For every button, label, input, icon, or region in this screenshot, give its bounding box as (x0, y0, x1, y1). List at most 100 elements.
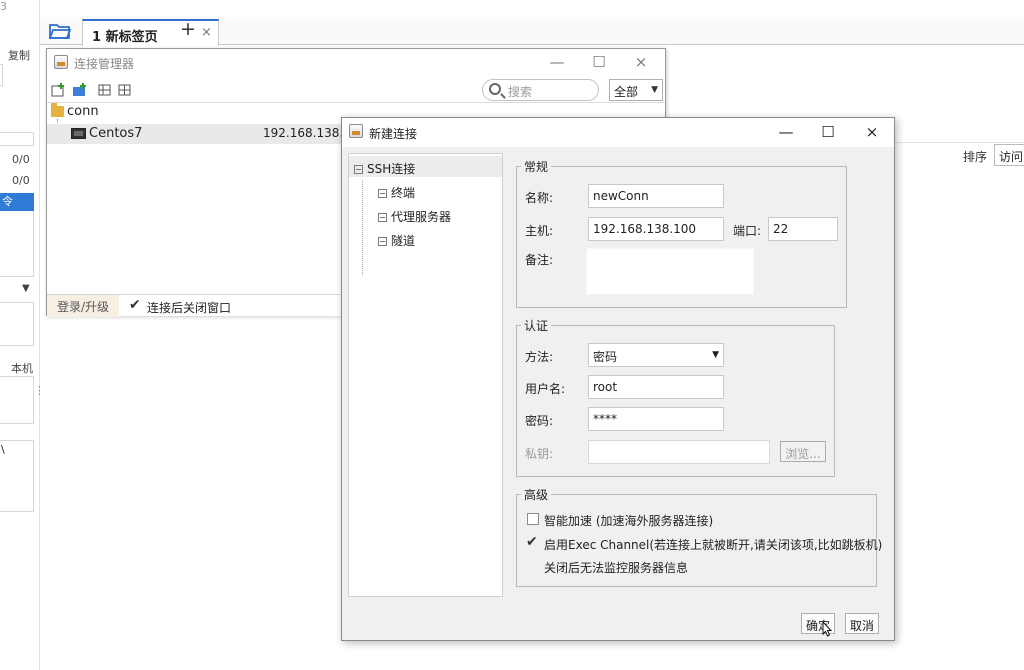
expand-all-icon[interactable] (117, 82, 133, 98)
panel-text-fragment: \ (1, 443, 5, 456)
nav-item-tunnel-label: 隧道 (391, 234, 416, 248)
auth-group-title: 认证 (521, 317, 552, 334)
close-icon[interactable]: × (850, 121, 894, 143)
method-label: 方法: (525, 350, 554, 364)
terminal-host-icon (71, 128, 86, 139)
username-label: 用户名: (525, 382, 566, 396)
nav-item-ssh[interactable]: − SSH连接 (354, 160, 415, 177)
close-icon[interactable]: × (621, 51, 661, 73)
settings-nav-tree: − SSH连接 − 终端 − 代理服务器 − 隧道 (348, 153, 503, 597)
collapse-all-icon[interactable] (97, 82, 113, 98)
port-label: 端口: (733, 224, 762, 238)
private-key-label: 私钥: (525, 447, 554, 461)
general-group-title: 常规 (521, 158, 552, 175)
filter-select[interactable]: 全部 ▼ (609, 79, 663, 101)
panel-field-2[interactable] (0, 132, 34, 146)
sort-select[interactable]: 访问 (994, 144, 1024, 166)
new-connection-dialog: 新建连接 — ☐ × − SSH连接 − 终端 − 代理服务器 − 隧道 常规 名称: … (341, 117, 895, 641)
browse-button[interactable]: 浏览... (780, 441, 826, 462)
username-input[interactable]: root (588, 375, 724, 399)
host-label: 主机: (525, 224, 554, 238)
tree-line (362, 180, 363, 275)
exec-channel-label[interactable]: 启用Exec Channel(若连接上就被断开,请关闭该项,比如跳板机) (544, 536, 882, 553)
private-key-input[interactable] (588, 440, 770, 464)
sort-label: 排序 (963, 150, 988, 164)
advanced-group-title: 高级 (521, 486, 552, 503)
password-input[interactable]: **** (588, 407, 724, 431)
mouse-pointer-icon (822, 620, 833, 637)
dropdown-arrow-icon: ▼ (712, 350, 719, 360)
exec-channel-checkbox[interactable]: ✔ (526, 534, 538, 550)
note-input[interactable] (586, 248, 754, 295)
password-label: 密码: (525, 414, 554, 428)
minimize-icon[interactable]: — (537, 51, 577, 73)
splitter-handle[interactable]: ⋮ (34, 384, 45, 397)
new-folder-icon[interactable] (72, 82, 88, 98)
count-b: 0/0 (12, 174, 30, 187)
session-name[interactable]: Centos7 (89, 126, 142, 141)
panel-field[interactable] (0, 64, 3, 86)
nav-item-tunnel[interactable]: − 隧道 (378, 232, 415, 249)
tree-root-folder[interactable]: conn (67, 104, 99, 119)
nav-item-proxy-label: 代理服务器 (391, 210, 452, 224)
tab-bar: 1 新标签页 × + (40, 17, 1024, 46)
window-title: 连接管理器 (74, 57, 135, 71)
nav-item-terminal[interactable]: − 终端 (378, 184, 415, 201)
maximize-icon[interactable]: ☐ (806, 121, 850, 143)
search-field[interactable]: 搜索 (482, 79, 599, 101)
panel-fragment: 3 (0, 0, 7, 13)
panel-dropdown-arrow[interactable]: ▼ (22, 283, 30, 294)
search-placeholder: 搜索 (508, 85, 533, 99)
auth-group: 认证 方法: 密码 ▼ 用户名: root 密码: **** 私钥: 浏览... (516, 317, 835, 477)
dialog-titlebar[interactable]: 新建连接 — ☐ × (342, 118, 894, 147)
dialog-title: 新建连接 (369, 127, 418, 141)
new-session-icon[interactable] (51, 82, 67, 98)
app-icon (54, 55, 68, 69)
local-list[interactable] (0, 376, 34, 424)
panel-text-area[interactable]: \ (0, 440, 34, 512)
collapse-icon[interactable]: − (354, 165, 363, 174)
name-input[interactable]: newConn (588, 184, 724, 208)
nav-item-terminal-label: 终端 (391, 186, 416, 200)
exec-channel-note: 关闭后无法监控服务器信息 (544, 561, 689, 575)
tab-close-icon[interactable]: × (201, 25, 212, 40)
add-tab-icon[interactable]: + (180, 18, 196, 40)
advanced-group: 高级 智能加速 (加速海外服务器连接) ✔ 启用Exec Channel(若连接… (516, 486, 882, 587)
smart-accel-checkbox[interactable] (527, 513, 539, 525)
dropdown-arrow-icon: ▼ (651, 85, 658, 95)
cancel-button[interactable]: 取消 (845, 613, 879, 634)
collapse-icon[interactable]: − (378, 189, 387, 198)
count-a: 0/0 (12, 153, 30, 166)
name-label: 名称: (525, 191, 554, 205)
login-upgrade-link[interactable]: 登录/升级 (47, 295, 119, 317)
connection-toolbar: 搜索 全部 ▼ (47, 77, 665, 103)
collapse-icon[interactable]: − (378, 237, 387, 246)
method-select[interactable]: 密码 ▼ (588, 343, 724, 367)
folder-icon (51, 103, 64, 117)
nav-item-ssh-label: SSH连接 (367, 162, 416, 176)
note-label: 备注: (525, 253, 554, 267)
smart-accel-label[interactable]: 智能加速 (加速海外服务器连接) (544, 512, 713, 529)
host-input[interactable]: 192.168.138.100 (588, 217, 724, 241)
filter-value: 全部 (614, 85, 639, 99)
copy-label[interactable]: 复制 (8, 47, 30, 63)
method-value: 密码 (593, 350, 618, 364)
tab-label: 1 新标签页 (92, 30, 158, 45)
tab-new[interactable]: 1 新标签页 × (82, 19, 219, 46)
local-label: 本机 (11, 362, 33, 375)
connection-manager-titlebar[interactable]: 连接管理器 — ☐ × (47, 49, 665, 75)
collapse-icon[interactable]: − (378, 213, 387, 222)
port-input[interactable]: 22 (768, 217, 838, 241)
checkmark-icon[interactable]: ✔ (129, 297, 141, 313)
search-icon (489, 83, 501, 95)
maximize-icon[interactable]: ☐ (579, 51, 619, 73)
nav-item-proxy[interactable]: − 代理服务器 (378, 208, 451, 225)
close-after-connect-label[interactable]: 连接后关闭窗口 (147, 299, 231, 316)
open-folder-icon[interactable] (48, 21, 72, 41)
panel-box (0, 302, 34, 346)
general-group: 常规 名称: newConn 主机: 192.168.138.100 端口: 2… (516, 158, 847, 308)
panel-selected-item[interactable]: 令 (0, 193, 34, 211)
left-side-panel: 3 复制 0/0 0/0 令 ▼ 本机 ⋮ \ (0, 0, 45, 670)
panel-list[interactable] (0, 211, 34, 277)
minimize-icon[interactable]: — (764, 121, 808, 143)
